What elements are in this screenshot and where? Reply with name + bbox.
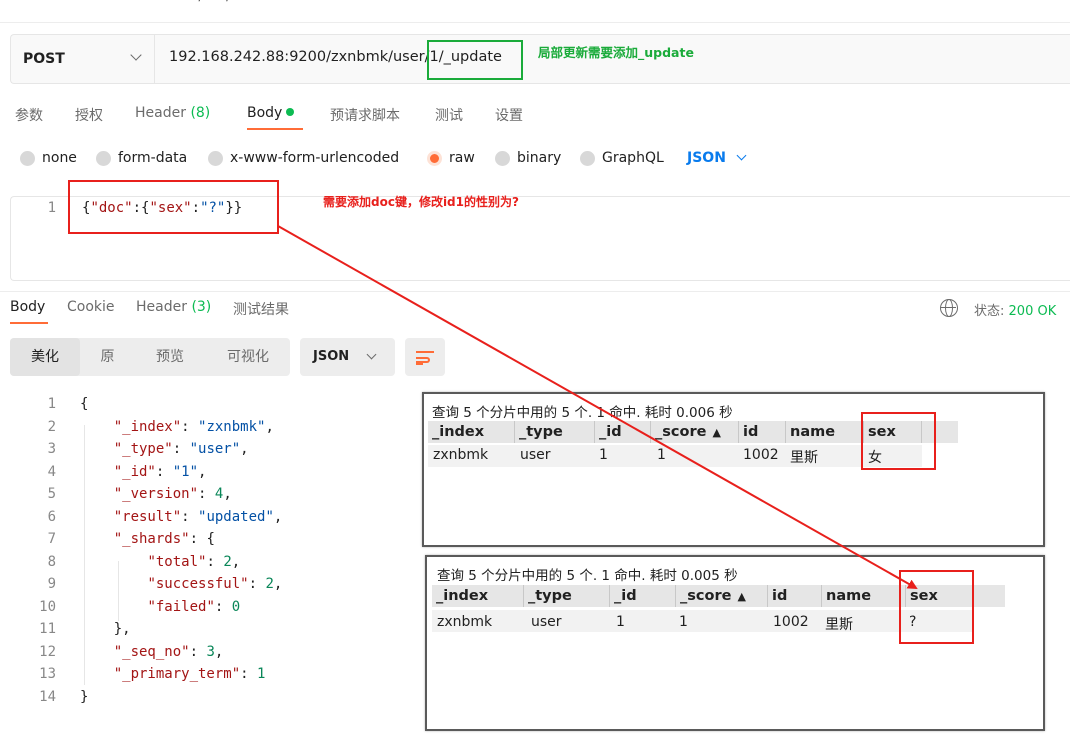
annotation-arrow	[277, 225, 918, 589]
